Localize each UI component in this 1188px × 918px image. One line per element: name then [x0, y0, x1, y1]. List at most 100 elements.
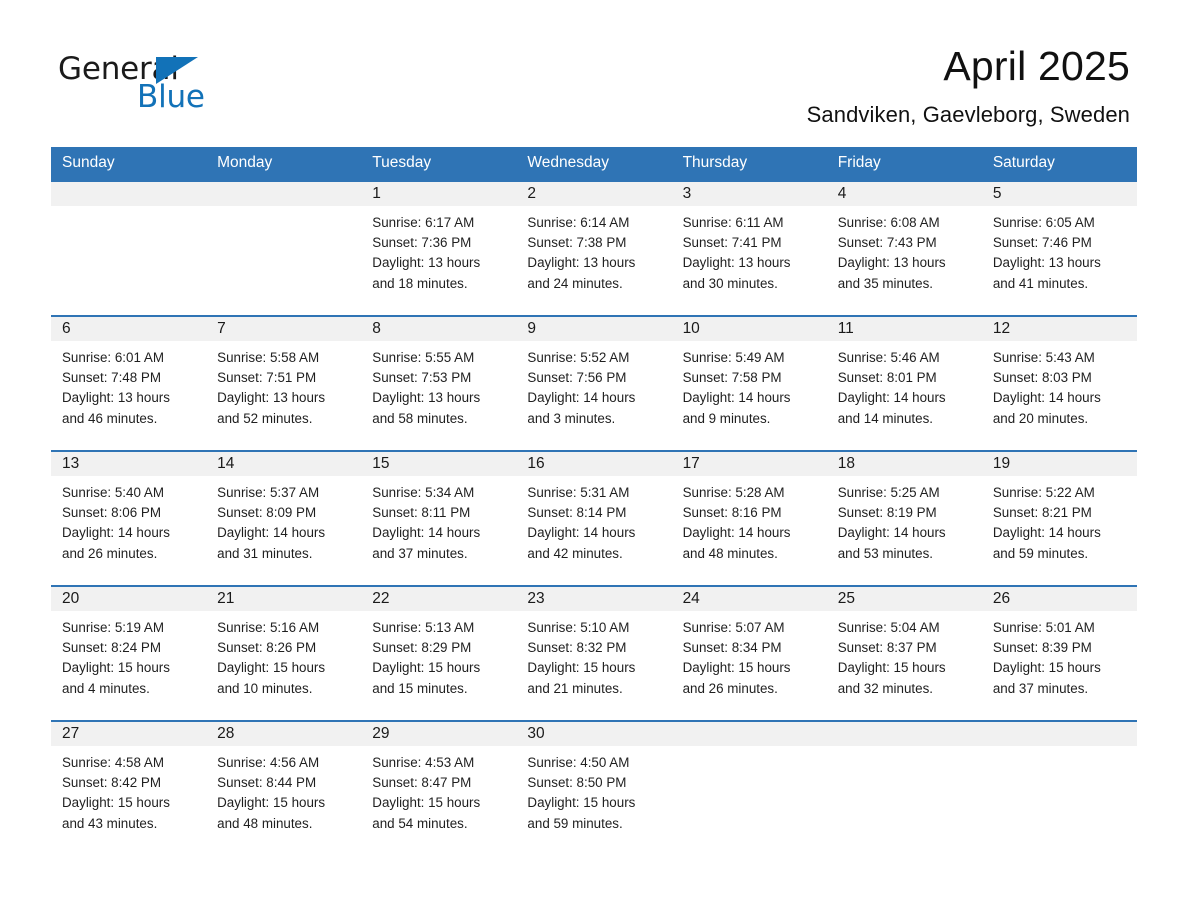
calendar-day-cell[interactable]: 22 Sunrise: 5:13 AM Sunset: 8:29 PM Dayligh…: [361, 584, 517, 721]
sunrise-time: Sunrise: 5:34 AM: [372, 484, 475, 500]
day-number: 29: [361, 721, 517, 746]
calendar-day-cell[interactable]: 21 Sunrise: 5:16 AM Sunset: 8:26 PM Dayligh…: [206, 584, 362, 721]
day-number: [981, 721, 1137, 746]
daylight-duration-line2: and 59 minutes.: [527, 815, 623, 831]
day-number: 9: [516, 316, 672, 341]
calendar-day-cell[interactable]: 11 Sunrise: 5:46 AM Sunset: 8:01 PM Dayligh…: [826, 314, 982, 451]
calendar-day-cell[interactable]: 5 Sunrise: 6:05 AM Sunset: 7:46 PM Daylight…: [981, 179, 1137, 316]
day-number: 10: [671, 316, 827, 341]
day-details: Sunrise: 6:08 AM Sunset: 7:43 PM Daylight:…: [827, 206, 982, 294]
daylight-duration-line2: and 48 minutes.: [682, 545, 778, 561]
day-details: Sunrise: 5:43 AM Sunset: 8:03 PM Daylight:…: [982, 341, 1137, 429]
calendar-day-cell[interactable]: 1 Sunrise: 6:17 AM Sunset: 7:36 PM Daylight…: [361, 179, 517, 316]
sunset-time: Sunset: 7:38 PM: [527, 235, 627, 251]
calendar-day-cell[interactable]: 2 Sunrise: 6:14 AM Sunset: 7:38 PM Daylight…: [516, 179, 672, 316]
calendar-day-cell[interactable]: 14 Sunrise: 5:37 AM Sunset: 8:09 PM Dayligh…: [206, 449, 362, 586]
calendar-day-cell[interactable]: 26 Sunrise: 5:01 AM Sunset: 8:39 PM Dayligh…: [981, 584, 1137, 721]
sunrise-time: Sunrise: 6:14 AM: [527, 214, 630, 230]
day-number: 4: [826, 181, 982, 206]
calendar-table: Sunday Monday Tuesday Wednesday Thursday…: [51, 146, 1137, 856]
calendar-day-cell[interactable]: 8 Sunrise: 5:55 AM Sunset: 7:53 PM Daylight…: [361, 314, 517, 451]
day-details: Sunrise: 4:53 AM Sunset: 8:47 PM Daylight:…: [361, 746, 516, 834]
calendar-day-cell[interactable]: 18 Sunrise: 5:25 AM Sunset: 8:19 PM Dayligh…: [826, 449, 982, 586]
sunrise-time: Sunrise: 5:22 AM: [992, 484, 1095, 500]
sunrise-time: Sunrise: 5:46 AM: [837, 349, 940, 365]
calendar-day-cell[interactable]: 19 Sunrise: 5:22 AM Sunset: 8:21 PM Dayligh…: [981, 449, 1137, 586]
day-details: Sunrise: 6:14 AM Sunset: 7:38 PM Daylight:…: [516, 206, 671, 294]
calendar-day-cell[interactable]: 30 Sunrise: 4:50 AM Sunset: 8:50 PM Dayligh…: [516, 719, 672, 856]
weekday-header-thursday: Thursday: [671, 146, 827, 181]
calendar-day-cell[interactable]: 20 Sunrise: 5:19 AM Sunset: 8:24 PM Dayligh…: [51, 584, 207, 721]
calendar-day-cell[interactable]: 25 Sunrise: 5:04 AM Sunset: 8:37 PM Dayligh…: [826, 584, 982, 721]
calendar-week-row: 6 Sunrise: 6:01 AM Sunset: 7:48 PM Daylight…: [51, 314, 1137, 451]
daylight-duration-line2: and 54 minutes.: [372, 815, 468, 831]
sunset-time: Sunset: 7:58 PM: [682, 370, 782, 386]
calendar-day-cell[interactable]: 28 Sunrise: 4:56 AM Sunset: 8:44 PM Dayligh…: [206, 719, 362, 856]
calendar-day-cell[interactable]: 6 Sunrise: 6:01 AM Sunset: 7:48 PM Daylight…: [51, 314, 207, 451]
daylight-duration-line1: Daylight: 14 hours: [837, 390, 946, 406]
daylight-duration-line1: Daylight: 15 hours: [837, 660, 946, 676]
calendar-day-cell[interactable]: 15 Sunrise: 5:34 AM Sunset: 8:11 PM Dayligh…: [361, 449, 517, 586]
sunrise-time: Sunrise: 6:05 AM: [992, 214, 1095, 230]
calendar-day-cell[interactable]: 3 Sunrise: 6:11 AM Sunset: 7:41 PM Daylight…: [671, 179, 827, 316]
daylight-duration-line1: Daylight: 15 hours: [62, 660, 170, 676]
daylight-duration-line2: and 59 minutes.: [992, 545, 1089, 561]
day-number: 17: [671, 451, 827, 476]
sunrise-time: Sunrise: 5:10 AM: [527, 619, 630, 635]
calendar-day-cell[interactable]: 24 Sunrise: 5:07 AM Sunset: 8:34 PM Dayligh…: [671, 584, 827, 721]
daylight-duration-line1: Daylight: 14 hours: [992, 525, 1101, 541]
day-number: 21: [206, 586, 362, 611]
calendar-day-cell[interactable]: 29 Sunrise: 4:53 AM Sunset: 8:47 PM Dayligh…: [361, 719, 517, 856]
day-details: Sunrise: 5:52 AM Sunset: 7:56 PM Daylight:…: [516, 341, 671, 429]
calendar-day-cell[interactable]: 4 Sunrise: 6:08 AM Sunset: 7:43 PM Daylight…: [826, 179, 982, 316]
calendar-day-cell[interactable]: 23 Sunrise: 5:10 AM Sunset: 8:32 PM Dayligh…: [516, 584, 672, 721]
day-number: [671, 721, 827, 746]
day-number: 11: [826, 316, 982, 341]
sunrise-time: Sunrise: 4:58 AM: [62, 754, 164, 770]
sunrise-time: Sunrise: 5:25 AM: [837, 484, 940, 500]
day-details: Sunrise: 5:01 AM Sunset: 8:39 PM Daylight:…: [982, 611, 1137, 699]
daylight-duration-line1: Daylight: 14 hours: [682, 390, 791, 406]
daylight-duration-line2: and 37 minutes.: [992, 680, 1089, 696]
sunset-time: Sunset: 7:48 PM: [62, 370, 161, 386]
sunrise-time: Sunrise: 5:13 AM: [372, 619, 475, 635]
sunrise-time: Sunrise: 6:11 AM: [682, 214, 784, 230]
daylight-duration-line1: Daylight: 13 hours: [217, 390, 326, 406]
day-number: 12: [981, 316, 1137, 341]
day-details: Sunrise: 5:07 AM Sunset: 8:34 PM Daylight:…: [672, 611, 827, 699]
calendar-body: 1 Sunrise: 6:17 AM Sunset: 7:36 PM Daylight…: [51, 179, 1137, 856]
sunrise-time: Sunrise: 5:43 AM: [992, 349, 1095, 365]
calendar-day-cell[interactable]: 12 Sunrise: 5:43 AM Sunset: 8:03 PM Dayligh…: [981, 314, 1137, 451]
day-details: Sunrise: 5:37 AM Sunset: 8:09 PM Daylight:…: [206, 476, 361, 564]
calendar-day-cell[interactable]: 7 Sunrise: 5:58 AM Sunset: 7:51 PM Daylight…: [206, 314, 362, 451]
calendar-day-cell[interactable]: 13 Sunrise: 5:40 AM Sunset: 8:06 PM Dayligh…: [51, 449, 207, 586]
day-details: Sunrise: 4:58 AM Sunset: 8:42 PM Daylight:…: [51, 746, 206, 834]
calendar-day-cell[interactable]: 27 Sunrise: 4:58 AM Sunset: 8:42 PM Dayligh…: [51, 719, 207, 856]
day-details: Sunrise: 5:19 AM Sunset: 8:24 PM Daylight:…: [51, 611, 206, 699]
sunset-time: Sunset: 8:09 PM: [217, 505, 317, 521]
calendar-day-cell[interactable]: 16 Sunrise: 5:31 AM Sunset: 8:14 PM Dayligh…: [516, 449, 672, 586]
day-details: Sunrise: 5:04 AM Sunset: 8:37 PM Daylight:…: [827, 611, 982, 699]
daylight-duration-line2: and 43 minutes.: [62, 815, 158, 831]
daylight-duration-line2: and 37 minutes.: [372, 545, 468, 561]
sunset-time: Sunset: 8:42 PM: [62, 775, 161, 791]
day-number: 5: [981, 181, 1137, 206]
day-number: 30: [516, 721, 672, 746]
daylight-duration-line2: and 46 minutes.: [62, 410, 158, 426]
sunset-time: Sunset: 8:24 PM: [62, 640, 161, 656]
sunrise-time: Sunrise: 6:17 AM: [372, 214, 475, 230]
calendar-day-cell[interactable]: 17 Sunrise: 5:28 AM Sunset: 8:16 PM Dayligh…: [671, 449, 827, 586]
title-block: April 2025 Sandviken, Gaevleborg, Sweden: [807, 43, 1130, 128]
sunset-time: Sunset: 8:50 PM: [527, 775, 627, 791]
sunrise-time: Sunrise: 4:56 AM: [217, 754, 320, 770]
daylight-duration-line1: Daylight: 13 hours: [527, 255, 636, 271]
sunrise-time: Sunrise: 5:37 AM: [217, 484, 320, 500]
calendar-day-cell[interactable]: 10 Sunrise: 5:49 AM Sunset: 7:58 PM Dayligh…: [671, 314, 827, 451]
day-number: 26: [981, 586, 1137, 611]
daylight-duration-line1: Daylight: 14 hours: [527, 525, 636, 541]
daylight-duration-line1: Daylight: 15 hours: [992, 660, 1101, 676]
weekday-header-saturday: Saturday: [981, 146, 1137, 181]
daylight-duration-line1: Daylight: 15 hours: [62, 795, 170, 811]
sunrise-time: Sunrise: 6:08 AM: [837, 214, 940, 230]
calendar-day-cell[interactable]: 9 Sunrise: 5:52 AM Sunset: 7:56 PM Daylight…: [516, 314, 672, 451]
